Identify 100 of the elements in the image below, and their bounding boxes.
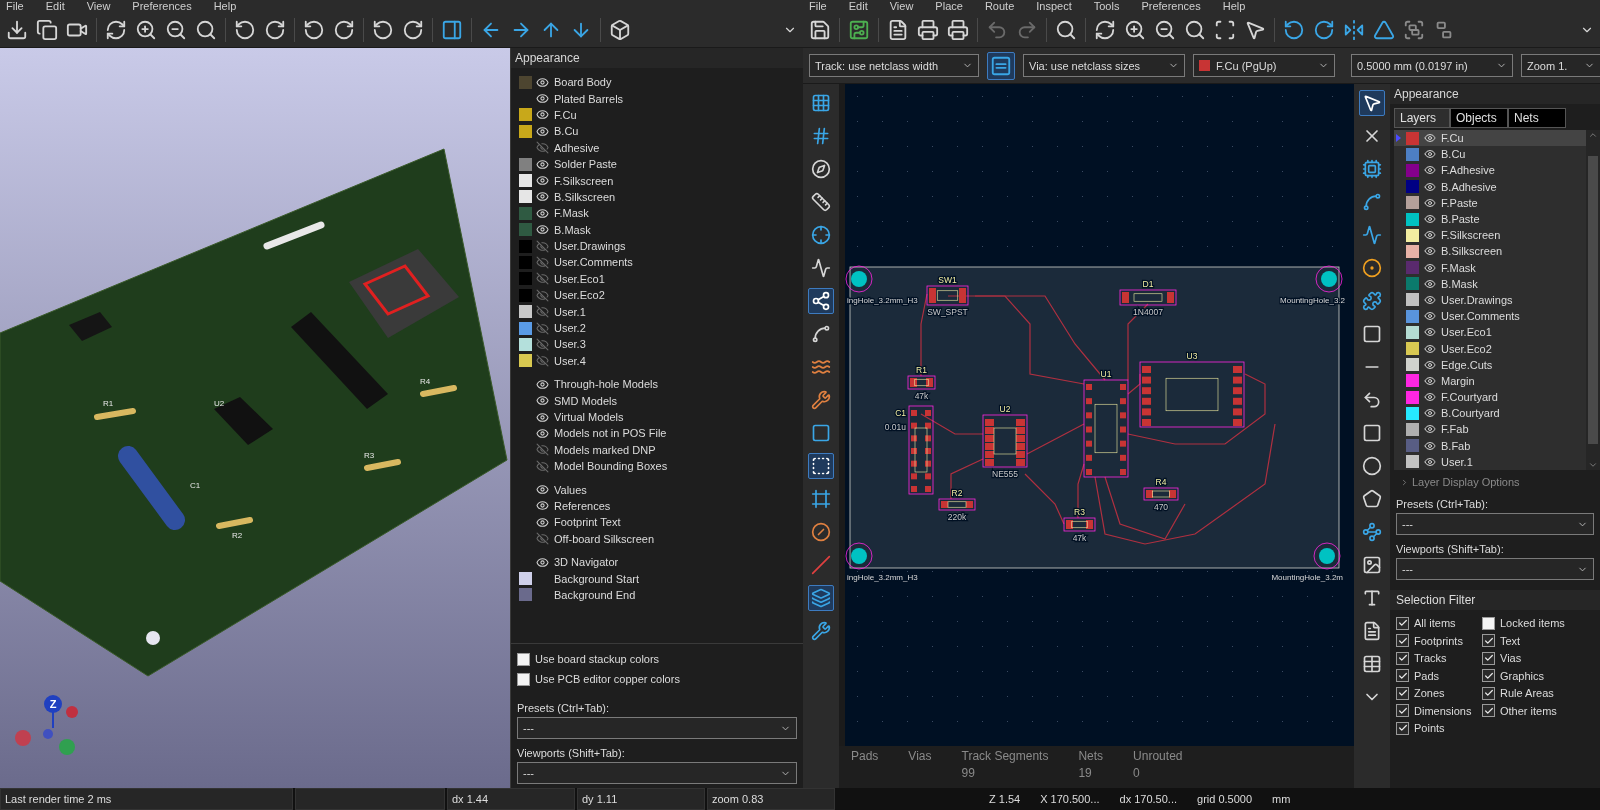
zoom-fit-icon[interactable] <box>195 18 217 41</box>
color-swatch[interactable] <box>519 75 532 89</box>
footprint-icon[interactable] <box>1362 159 1382 179</box>
visible-eye-icon[interactable] <box>536 75 549 89</box>
layer-row[interactable]: B.Mask <box>1394 275 1586 292</box>
visible-eye-icon[interactable] <box>536 499 549 513</box>
color-swatch[interactable] <box>1406 293 1419 307</box>
checkbox[interactable] <box>517 672 530 686</box>
checkbox[interactable] <box>1482 651 1495 665</box>
table-icon[interactable] <box>1362 654 1382 674</box>
ratsnest-icon[interactable] <box>811 291 831 311</box>
dimension-icon[interactable] <box>1362 522 1382 542</box>
layer-row[interactable]: B.Fab <box>1394 437 1586 454</box>
track-width-dropdown[interactable]: Track: use netclass width <box>809 54 979 77</box>
layer-display-options[interactable]: Layer Display Options <box>1390 470 1600 494</box>
graph-icon[interactable] <box>811 258 831 278</box>
color-swatch[interactable] <box>519 588 532 602</box>
layer-row[interactable]: F.Silkscreen <box>1394 227 1586 244</box>
via-size-dropdown[interactable]: Via: use netclass sizes <box>1023 54 1185 77</box>
rotate-icon[interactable] <box>333 18 355 41</box>
board-setup-icon[interactable] <box>848 18 870 41</box>
layer-row[interactable]: B.Paste <box>1394 210 1586 228</box>
color-swatch[interactable] <box>519 190 532 204</box>
layer-row[interactable]: User.Drawings <box>1394 291 1586 309</box>
refresh-icon[interactable] <box>1094 18 1116 41</box>
page-icon[interactable] <box>887 18 909 41</box>
layer-row[interactable]: F.Paste <box>1394 194 1586 211</box>
color-swatch[interactable] <box>519 572 532 585</box>
menu-item[interactable]: View <box>889 0 914 12</box>
checkbox[interactable] <box>1396 704 1409 717</box>
layer-row[interactable]: F.Mask <box>1394 259 1586 276</box>
zoom-in-icon[interactable] <box>1124 18 1146 41</box>
zone-icon[interactable] <box>1362 291 1382 311</box>
hidden-eye-icon[interactable] <box>536 256 549 269</box>
visible-eye-icon[interactable] <box>536 108 549 122</box>
color-swatch[interactable] <box>519 272 532 286</box>
color-swatch[interactable] <box>1406 212 1419 226</box>
no-fill-icon[interactable] <box>811 522 831 542</box>
layer-row[interactable]: User.Eco2 <box>1394 340 1586 357</box>
color-swatch[interactable] <box>1406 390 1419 404</box>
color-swatch[interactable] <box>519 223 532 237</box>
visible-eye-icon[interactable] <box>1424 148 1436 161</box>
rotate-icon[interactable] <box>303 18 325 41</box>
color-swatch[interactable] <box>519 288 532 302</box>
rotate-icon[interactable] <box>1283 18 1305 41</box>
rotate-icon[interactable] <box>234 18 256 41</box>
zoom-in-icon[interactable] <box>135 18 157 41</box>
visible-eye-icon[interactable] <box>1424 358 1436 371</box>
circle-icon[interactable] <box>1362 456 1382 476</box>
polar-icon[interactable] <box>811 159 831 179</box>
visible-eye-icon[interactable] <box>1424 196 1436 209</box>
visible-eye-icon[interactable] <box>1424 180 1436 193</box>
visible-eye-icon[interactable] <box>536 377 549 391</box>
color-swatch[interactable] <box>1406 147 1419 161</box>
visible-eye-icon[interactable] <box>536 206 549 220</box>
color-swatch[interactable] <box>1406 131 1419 145</box>
layer-row[interactable]: F.Courtyard <box>1394 389 1586 406</box>
printer-icon[interactable] <box>917 18 939 41</box>
visible-eye-icon[interactable] <box>1424 391 1436 404</box>
color-swatch[interactable] <box>1406 277 1419 291</box>
color-swatch[interactable] <box>519 157 532 171</box>
checkbox[interactable] <box>1396 669 1409 682</box>
save-icon[interactable] <box>809 18 831 41</box>
layer-row[interactable]: F.Cu <box>1394 130 1586 147</box>
copy-icon[interactable] <box>36 18 58 41</box>
circuit-board-drawing[interactable] <box>845 265 1343 570</box>
pad-icon[interactable] <box>811 423 831 443</box>
visible-eye-icon[interactable] <box>536 410 549 424</box>
checkbox[interactable] <box>1482 634 1495 647</box>
color-swatch[interactable] <box>1406 180 1419 194</box>
menu-item[interactable]: Place <box>935 0 963 12</box>
polygon-icon[interactable] <box>1362 489 1382 509</box>
3d-viewport[interactable]: R1 U2 R3 R4 R2 C1 Z <box>0 48 510 788</box>
checkbox[interactable] <box>1482 686 1495 700</box>
track-width-icon[interactable] <box>990 54 1012 77</box>
visible-eye-icon[interactable] <box>1424 326 1436 339</box>
visible-eye-icon[interactable] <box>1424 310 1436 323</box>
layer-row[interactable]: F.Adhesive <box>1394 162 1586 179</box>
color-swatch[interactable] <box>1406 358 1419 372</box>
color-swatch[interactable] <box>1406 261 1419 275</box>
menu-item[interactable]: Route <box>984 0 1015 12</box>
visible-eye-icon[interactable] <box>1424 261 1436 274</box>
scroll-down-icon[interactable] <box>1588 460 1598 470</box>
grid-icon[interactable] <box>811 93 831 113</box>
outline-icon[interactable] <box>811 456 831 476</box>
flip-board-icon[interactable] <box>441 18 463 41</box>
checkbox[interactable] <box>1396 634 1409 647</box>
scroll-up-icon[interactable] <box>1588 130 1598 140</box>
layer-dropdown[interactable]: F.Cu (PgUp) <box>1193 54 1335 77</box>
checkbox[interactable] <box>1396 686 1409 700</box>
visible-eye-icon[interactable] <box>1424 132 1436 145</box>
color-swatch[interactable] <box>519 256 532 269</box>
tools-icon[interactable] <box>811 621 831 641</box>
export-icon[interactable] <box>6 18 28 41</box>
rotate-icon[interactable] <box>1313 18 1335 41</box>
rectangle-icon[interactable] <box>1362 423 1382 443</box>
visible-eye-icon[interactable] <box>1424 229 1436 242</box>
visible-eye-icon[interactable] <box>536 92 549 106</box>
visible-eye-icon[interactable] <box>536 426 549 440</box>
zoom-out-icon[interactable] <box>1154 18 1176 41</box>
